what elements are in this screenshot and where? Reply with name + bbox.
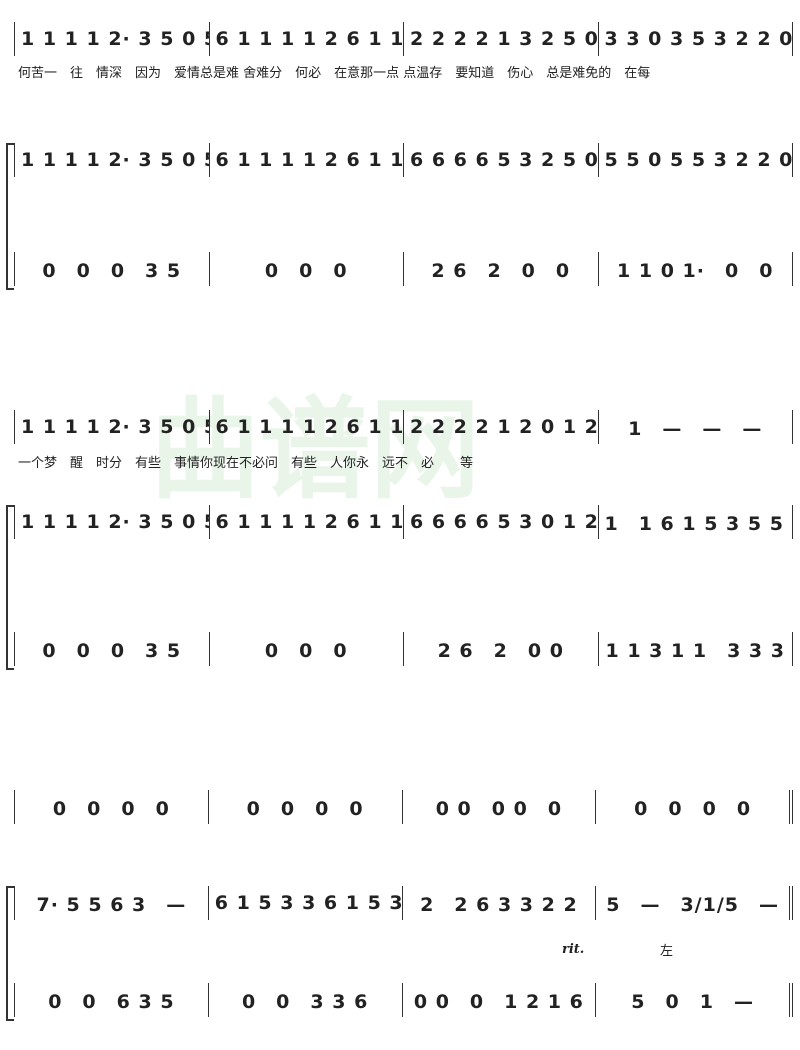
- measure: 0 0 3 3 6: [209, 983, 403, 1017]
- measure: 2 2 2 2 1 3 2 5 0 5 5 5: [404, 22, 599, 56]
- measure: 1 1 1 1 2· 3 5 0 5 5: [15, 143, 210, 177]
- measure: 0 0 0 3 5: [15, 632, 210, 666]
- measure: 1 1 6 1 5 3 5 5 6 7 1: [599, 505, 793, 539]
- measure: 2 2 2 2 1 2 0 1 2 1: [404, 410, 599, 444]
- measure: 2 2 6 3 3 2 2: [403, 886, 597, 920]
- measure: 0 0 0 0: [596, 790, 793, 824]
- lower-staff: 0 0 0 3 50 0 02 6 2 0 01 1 3 1 1 3 3 3: [14, 632, 793, 666]
- measure: 1 1 1 1 2· 3 5 0 5 5: [15, 22, 210, 56]
- voice-staff: 1 1 1 1 2· 3 5 0 5 56 1 1 1 1 2 6 1 1 1 …: [14, 410, 793, 444]
- upper-staff: 1 1 1 1 2· 3 5 0 5 56 1 1 1 1 2 6 1 1 1 …: [14, 143, 793, 177]
- upper-staff: 1 1 1 1 2· 3 5 0 5 56 1 1 1 1 2 6 1 1 1 …: [14, 505, 793, 539]
- upper-staff: 7· 5 5 6 3 —6 1 5 3 3 6 1 5 3 5 6 1 1 62…: [14, 886, 793, 920]
- voice-staff: 0 0 0 00 0 0 00 0 0 0 00 0 0 0: [14, 790, 793, 824]
- measure: 6 6 6 6 5 3 0 1 2 1: [404, 505, 599, 539]
- lower-staff: 0 0 6 3 50 0 3 3 60 0 0 1 2 1 65 0 1 —: [14, 983, 793, 1017]
- measure: 6 1 1 1 1 2 6 1 1 1 1: [210, 143, 404, 177]
- measure: 6 1 5 3 3 6 1 5 3 5 6 1 1 6: [209, 886, 403, 920]
- measure: 0 0 6 3 5: [15, 983, 209, 1017]
- measure: 0 0 0 1 2 1 6: [403, 983, 597, 1017]
- measure: 1 — — —: [599, 410, 793, 444]
- piano-brace: [6, 886, 14, 1021]
- rit-marking: rit.: [562, 942, 585, 957]
- piano-brace: [6, 143, 14, 290]
- lower-staff: 0 0 0 3 50 0 02 6 2 0 01 1 0 1· 0 0: [14, 252, 793, 286]
- piano-brace: [6, 505, 14, 670]
- measure: 5 5 0 5 5 3 2 2 0 1 7: [599, 143, 793, 177]
- measure: 0 0 0 3 5: [15, 252, 210, 286]
- measure: 3 3 0 3 5 3 2 2 0 1 7: [599, 22, 793, 56]
- left-hand-marking: 左: [660, 944, 674, 959]
- measure: 1 1 3 1 1 3 3 3: [599, 632, 793, 666]
- measure: 2 6 2 0 0: [404, 252, 599, 286]
- measure: 5 0 1 —: [596, 983, 793, 1017]
- measure: 0 0 0: [210, 632, 404, 666]
- measure: 0 0 0 0: [15, 790, 209, 824]
- measure: 1 1 0 1· 0 0: [599, 252, 793, 286]
- measure: 0 0 0 0: [209, 790, 403, 824]
- measure: 1 1 1 1 2· 3 5 0 5 5: [15, 505, 210, 539]
- lyrics-line: 何苦一 往 情深 因为 爱情总是难 舍难分 何必 在意那一点 点温存 要知道 伤…: [18, 66, 651, 81]
- measure: 6 1 1 1 1 2 6 1 1 1 1: [210, 505, 404, 539]
- lyrics-line: 一个梦 醒 时分 有些 事情你现在不必问 有些 人你永 远不 必 等: [18, 456, 474, 471]
- measure: 2 6 2 0 0: [404, 632, 599, 666]
- measure: 0 0 0 0 0: [403, 790, 597, 824]
- measure: 6 1 1 1 1 2 6 1 1 1 1: [210, 22, 404, 56]
- measure: 6 6 6 6 5 3 2 5 0 5 5 5: [404, 143, 599, 177]
- measure: 1 1 1 1 2· 3 5 0 5 5: [15, 410, 210, 444]
- measure: 7· 5 5 6 3 —: [15, 886, 209, 920]
- measure: 0 0 0: [210, 252, 404, 286]
- measure: 5 — 3/1/5 —: [596, 886, 793, 920]
- voice-staff: 1 1 1 1 2· 3 5 0 5 56 1 1 1 1 2 6 1 1 1 …: [14, 22, 793, 56]
- measure: 6 1 1 1 1 2 6 1 1 1 1: [210, 410, 404, 444]
